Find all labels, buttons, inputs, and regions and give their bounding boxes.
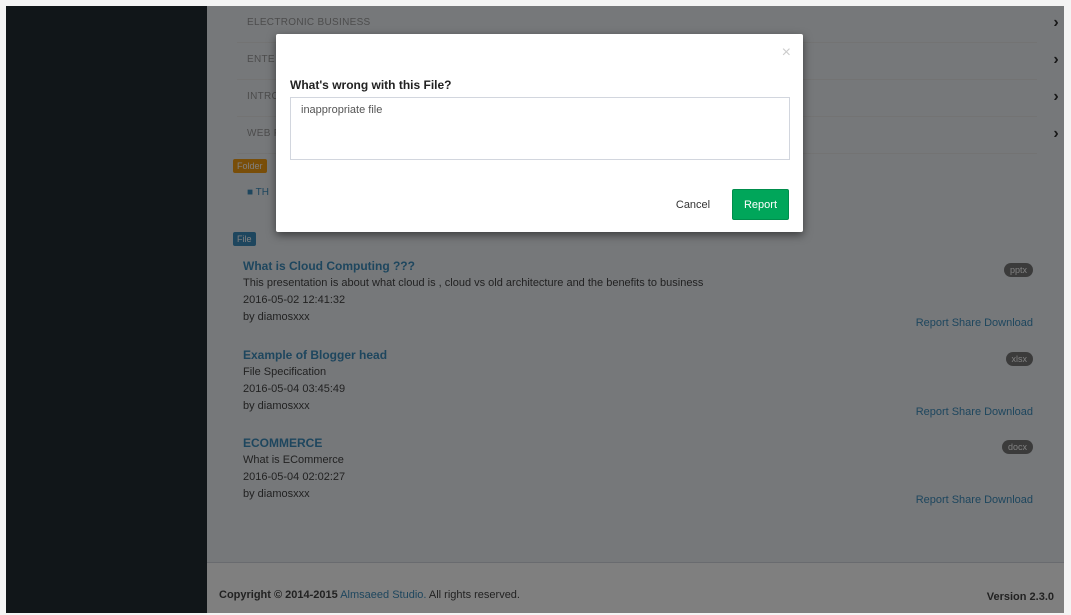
report-modal: × What's wrong with this File? inappropr…	[276, 34, 803, 232]
report-reason-textarea[interactable]: inappropriate file	[290, 97, 790, 160]
report-button[interactable]: Report	[732, 189, 789, 220]
report-question-label: What's wrong with this File?	[290, 78, 452, 92]
app-frame: ELECTRONIC BUSINESS › ENTE › INTRO › WEB…	[6, 6, 1064, 613]
close-icon[interactable]: ×	[782, 44, 791, 62]
cancel-button[interactable]: Cancel	[666, 189, 720, 220]
